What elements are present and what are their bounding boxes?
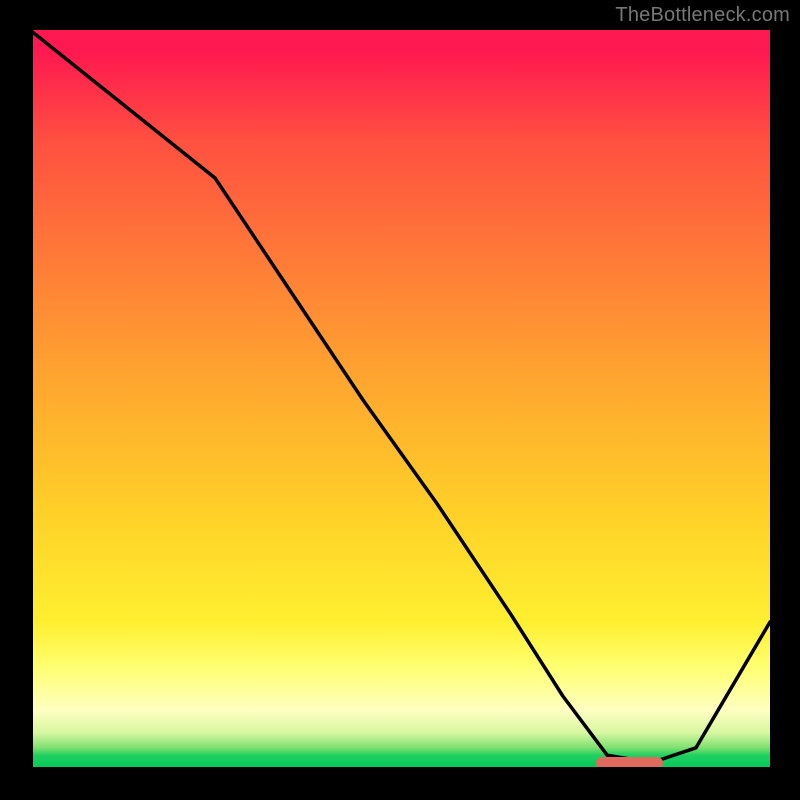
y-axis xyxy=(30,30,33,770)
line-curve xyxy=(30,30,770,770)
chart-container: TheBottleneck.com xyxy=(0,0,800,800)
watermark-label: TheBottleneck.com xyxy=(615,4,790,27)
x-axis xyxy=(30,767,770,770)
